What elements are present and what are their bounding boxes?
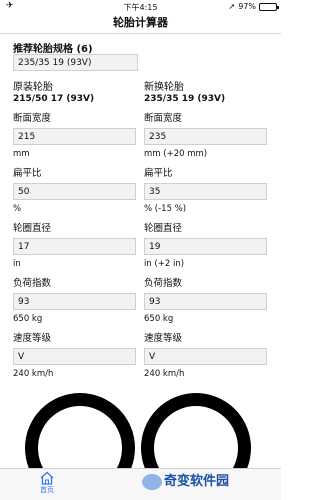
new-speed-rating-input[interactable]: V — [144, 348, 267, 365]
home-icon — [40, 471, 54, 485]
new-section-width: 断面宽度 235 mm (+20 mm) — [144, 113, 267, 160]
recommendation-label: 推荐轮胎规格 (6) — [13, 44, 93, 55]
new-rim-diameter-input[interactable]: 19 — [144, 238, 267, 255]
field-label: 扁平比 — [13, 168, 42, 179]
tab-home-label: 首页 — [40, 486, 54, 494]
field-unit: mm (+20 mm) — [144, 149, 208, 159]
original-speed-rating-input[interactable]: V — [13, 348, 136, 365]
field-unit: 240 km/h — [13, 369, 54, 379]
original-tire-title: 原装轮胎 — [13, 82, 53, 93]
original-rim-diameter: 轮圈直径 17 in — [13, 223, 136, 270]
new-section-width-input[interactable]: 235 — [144, 128, 267, 145]
field-label: 断面宽度 — [144, 113, 183, 124]
field-label: 轮圈直径 — [13, 223, 52, 234]
field-label: 断面宽度 — [13, 113, 52, 124]
field-label: 速度等级 — [144, 333, 183, 344]
recommendation-section: 推荐轮胎规格 (6) — [13, 40, 93, 55]
tab-home[interactable]: 首页 — [32, 471, 62, 495]
new-load-index: 负荷指数 93 650 kg — [144, 278, 267, 325]
field-unit: 650 kg — [13, 314, 43, 324]
battery-icon — [259, 2, 279, 11]
recommendation-field[interactable]: 235/35 19 (93V) — [13, 54, 138, 71]
field-unit: % — [13, 204, 22, 214]
field-unit: mm — [13, 149, 30, 159]
page-title: 轮胎计算器 — [113, 16, 168, 29]
original-tire-column: 原装轮胎 215/50 17 (93V) 断面宽度 215 mm 扁平比 50 … — [13, 82, 136, 380]
field-unit: % (-15 %) — [144, 204, 187, 214]
field-label: 速度等级 — [13, 333, 52, 344]
battery-percent: 97% — [238, 2, 256, 11]
new-load-index-input[interactable]: 93 — [144, 293, 267, 310]
original-section-width: 断面宽度 215 mm — [13, 113, 136, 160]
field-label: 负荷指数 — [13, 278, 52, 289]
new-aspect-ratio: 扁平比 35 % (-15 %) — [144, 168, 267, 215]
new-tire-column: 新换轮胎 235/35 19 (93V) 断面宽度 235 mm (+20 mm… — [144, 82, 267, 380]
field-label: 扁平比 — [144, 168, 173, 179]
watermark-text: 奇变软件园 — [164, 474, 230, 489]
new-tire-spec: 235/35 19 (93V) — [144, 94, 226, 104]
status-bar: ✈ 下午4:15 ➚ 97% — [0, 0, 281, 14]
new-speed-rating: 速度等级 V 240 km/h — [144, 333, 267, 380]
field-unit: in (+2 in) — [144, 259, 185, 269]
nav-divider — [0, 33, 281, 34]
watermark: 奇变软件园 — [142, 470, 229, 490]
original-speed-rating: 速度等级 V 240 km/h — [13, 333, 136, 380]
original-load-index: 负荷指数 93 650 kg — [13, 278, 136, 325]
new-aspect-ratio-input[interactable]: 35 — [144, 183, 267, 200]
original-section-width-input[interactable]: 215 — [13, 128, 136, 145]
field-label: 负荷指数 — [144, 278, 183, 289]
original-rim-diameter-input[interactable]: 17 — [13, 238, 136, 255]
status-right: ➚ 97% — [228, 2, 279, 11]
watermark-logo-icon — [142, 473, 162, 490]
field-label: 轮圈直径 — [144, 223, 183, 234]
field-unit: 240 km/h — [144, 369, 185, 379]
original-aspect-ratio: 扁平比 50 % — [13, 168, 136, 215]
new-rim-diameter: 轮圈直径 19 in (+2 in) — [144, 223, 267, 270]
original-tire-spec: 215/50 17 (93V) — [13, 94, 95, 104]
original-aspect-ratio-input[interactable]: 50 — [13, 183, 136, 200]
tab-bar: 首页 — [0, 468, 281, 500]
location-icon: ➚ — [228, 2, 236, 11]
field-unit: 650 kg — [144, 314, 174, 324]
original-load-index-input[interactable]: 93 — [13, 293, 136, 310]
field-unit: in — [13, 259, 21, 269]
new-tire-title: 新换轮胎 — [144, 82, 184, 93]
